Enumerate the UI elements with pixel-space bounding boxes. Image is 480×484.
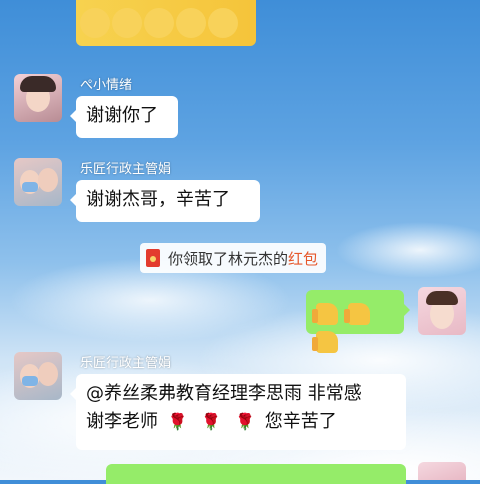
red-packet-notice[interactable]: 你领取了林元杰的 红包 (140, 243, 327, 273)
red-packet-icon (146, 249, 160, 267)
rose-icon: 🌹 (167, 412, 188, 431)
thumbs-up-icon (312, 303, 338, 325)
avatar[interactable] (14, 352, 62, 400)
avatar-face (38, 362, 58, 386)
yellow-character-sticker-icon (144, 8, 174, 38)
message-text: 谢李老师 (86, 411, 158, 432)
yellow-character-sticker-icon (112, 8, 142, 38)
yellow-character-sticker-icon (176, 8, 206, 38)
my-avatar[interactable] (418, 462, 466, 480)
mask-shape (22, 182, 38, 192)
yellow-character-sticker-icon (80, 8, 110, 38)
mask-shape (22, 376, 38, 386)
sender-name: ぺ小情绪 (80, 78, 133, 93)
thumbs-up-icon (312, 331, 338, 353)
message-text: 您辛苦了 (264, 411, 337, 432)
sticker-message[interactable] (76, 0, 256, 46)
rose-icon: 🌹 (235, 412, 255, 431)
sent-message-bubble[interactable] (106, 464, 406, 484)
message-bubble[interactable]: @养丝柔弗教育经理李思雨 非常感 谢李老师 🌹 🌹 🌹 您辛苦了 (70, 374, 406, 450)
red-packet-link[interactable]: 红包 (288, 248, 318, 269)
sender-name: 乐匠行政主管娟 (80, 162, 172, 177)
message-bubble[interactable]: 谢谢杰哥，辛苦了 (70, 180, 260, 222)
avatar[interactable] (14, 158, 62, 206)
sent-message-bubble[interactable] (306, 290, 410, 353)
my-avatar[interactable] (418, 287, 466, 335)
message-line: @养丝柔弗教育经理李思雨 非常感 (86, 383, 362, 404)
message-bubble[interactable]: 谢谢你了 (70, 96, 178, 138)
avatar-hair (20, 76, 56, 92)
avatar-hair (426, 291, 458, 305)
thumbs-up-icon (343, 303, 370, 325)
yellow-character-sticker-icon (208, 8, 238, 38)
avatar[interactable] (14, 74, 62, 122)
sender-name: 乐匠行政主管娟 (80, 356, 172, 371)
avatar-face (38, 168, 58, 192)
notice-text: 你领取了林元杰的 (168, 249, 289, 268)
rose-icon: 🌹 (201, 412, 222, 431)
message-line: 谢李老师 🌹 🌹 🌹 您辛苦了 (86, 408, 396, 436)
